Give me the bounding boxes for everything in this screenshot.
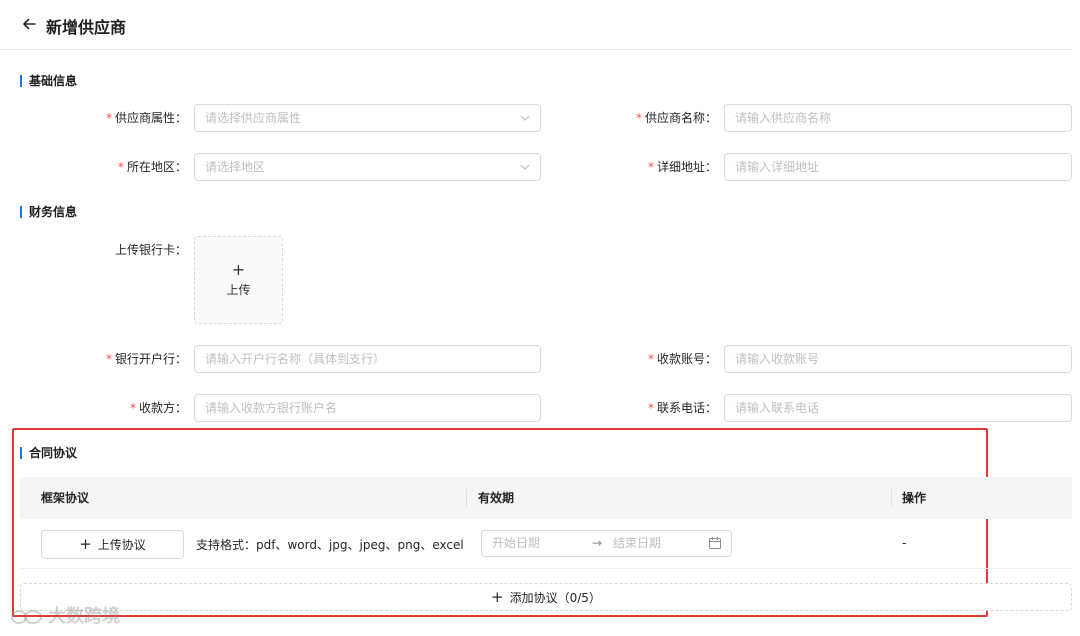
payee-label: * 收款方：: [129, 401, 187, 415]
region-label: * 所在地区：: [117, 160, 187, 174]
region-select[interactable]: 请选择地区: [194, 153, 541, 181]
add-agreement-button[interactable]: + 添加协议（0/5）: [20, 583, 1072, 611]
payee-input[interactable]: 请输入收款方银行账户名: [194, 394, 541, 422]
phone-placeholder: 请输入联系电话: [735, 401, 820, 415]
bank-input[interactable]: 请输入开户行名称（具体到支行）: [194, 345, 541, 373]
column-validity: 有效期: [478, 491, 515, 505]
start-date-placeholder: 开始日期: [492, 536, 541, 550]
address-placeholder: 请输入详细地址: [735, 160, 820, 174]
supplier-name-placeholder: 请输入供应商名称: [735, 111, 832, 125]
bank-label: * 银行开户行：: [105, 352, 187, 366]
supplier-attr-placeholder: 请选择供应商属性: [205, 111, 302, 125]
account-label: * 收款账号：: [647, 352, 717, 366]
account-placeholder: 请输入收款账号: [735, 352, 820, 366]
plus-icon: +: [231, 260, 246, 279]
watermark: 大数跨境: [10, 602, 120, 628]
date-range-picker[interactable]: 开始日期 → 结束日期: [481, 530, 732, 557]
chevron-down-icon: [520, 115, 530, 121]
row-divider: [20, 568, 1072, 569]
payee-placeholder: 请输入收款方银行账户名: [205, 401, 338, 415]
upload-agreement-label: 上传协议: [97, 538, 146, 552]
bank-card-upload[interactable]: + 上传: [194, 236, 283, 324]
column-actions: 操作: [902, 491, 927, 505]
phone-label: * 联系电话：: [647, 401, 717, 415]
column-divider: [891, 489, 892, 507]
page-header: 新增供应商: [0, 0, 1072, 50]
section-title-finance: 财务信息: [20, 205, 77, 219]
add-agreement-label: 添加协议（0/5）: [509, 591, 601, 605]
phone-input[interactable]: 请输入联系电话: [724, 394, 1072, 422]
plus-icon: +: [491, 588, 504, 606]
page-title: 新增供应商: [46, 18, 127, 37]
bank-card-label: 上传银行卡：: [114, 243, 187, 257]
address-input[interactable]: 请输入详细地址: [724, 153, 1072, 181]
watermark-logo-icon: [11, 610, 42, 624]
region-placeholder: 请选择地区: [205, 160, 266, 174]
end-date-placeholder: 结束日期: [613, 536, 662, 550]
account-input[interactable]: 请输入收款账号: [724, 345, 1072, 373]
contract-table-header: 框架协议 有效期 操作: [20, 477, 1072, 519]
row-action: -: [902, 536, 907, 550]
section-title-contract: 合同协议: [20, 446, 77, 460]
chevron-down-icon: [520, 164, 530, 170]
supported-formats: 支持格式：pdf、word、jpg、jpeg、png、excel: [196, 538, 464, 552]
calendar-icon: [709, 537, 721, 549]
upload-text: 上传: [226, 283, 251, 297]
watermark-text: 大数跨境: [48, 606, 120, 627]
bank-placeholder: 请输入开户行名称（具体到支行）: [205, 352, 386, 366]
section-title-basic: 基础信息: [20, 74, 77, 88]
arrow-right-icon: →: [592, 536, 603, 550]
column-framework: 框架协议: [41, 491, 90, 505]
supplier-name-label: * 供应商名称：: [635, 111, 717, 125]
back-arrow-icon[interactable]: [20, 15, 38, 33]
supplier-attr-select[interactable]: 请选择供应商属性: [194, 104, 541, 132]
supplier-attr-label: * 供应商属性：: [105, 111, 187, 125]
plus-icon: +: [79, 535, 92, 553]
upload-agreement-button[interactable]: + 上传协议: [41, 530, 184, 559]
supplier-name-input[interactable]: 请输入供应商名称: [724, 104, 1072, 132]
address-label: * 详细地址：: [647, 160, 717, 174]
column-divider: [466, 489, 467, 507]
